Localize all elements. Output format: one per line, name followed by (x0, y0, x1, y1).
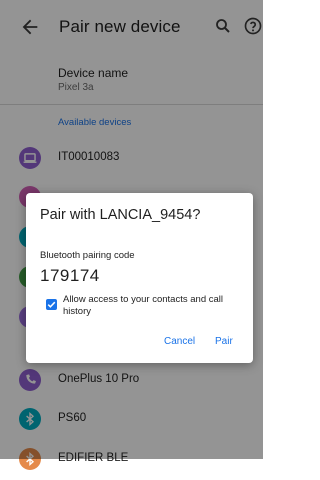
pairing-code-label: Bluetooth pairing code (40, 250, 135, 261)
pair-new-device-screen: Pair new device Device name Pixel 3a Ava… (0, 0, 263, 470)
contacts-access-checkbox[interactable] (46, 299, 57, 310)
cancel-button[interactable]: Cancel (164, 336, 195, 347)
pairing-dialog: Pair with LANCIA_9454? Bluetooth pairing… (26, 193, 253, 363)
dialog-title: Pair with LANCIA_9454? (40, 207, 201, 223)
check-icon (47, 301, 56, 308)
contacts-access-label[interactable]: Allow access to your contacts and call h… (63, 294, 243, 318)
pair-button[interactable]: Pair (215, 336, 233, 347)
pairing-code: 179174 (40, 266, 100, 285)
